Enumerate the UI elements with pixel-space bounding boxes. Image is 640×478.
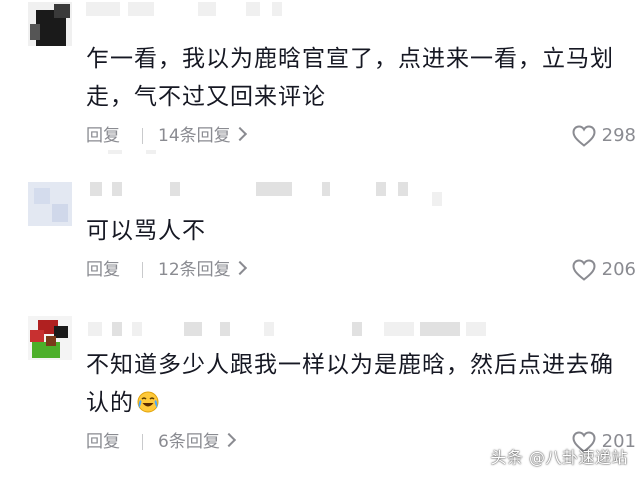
heart-outline-icon [572, 125, 596, 147]
heart-outline-icon [572, 259, 596, 281]
replies-count: 12条回复 [158, 260, 231, 280]
view-replies-button[interactable]: 12条回复 [158, 258, 247, 282]
replies-count: 6条回复 [158, 432, 220, 452]
like-count: 298 [601, 125, 636, 146]
view-replies-button[interactable]: 6条回复 [158, 430, 236, 454]
like-button[interactable]: 206 [572, 258, 636, 282]
divider [142, 434, 143, 450]
reply-button[interactable]: 回复 [86, 258, 120, 282]
username-redacted[interactable] [86, 2, 606, 18]
comment-text: 乍一看，我以为鹿晗官宣了，点进来一看，立马划走，气不过又回来评论 [86, 46, 614, 110]
comment-text: 可以骂人不 [86, 218, 206, 244]
username-redacted[interactable] [86, 322, 606, 338]
chevron-right-icon [232, 126, 247, 142]
reply-button[interactable]: 回复 [86, 124, 120, 148]
view-replies-button[interactable]: 14条回复 [158, 124, 247, 148]
reply-button[interactable]: 回复 [86, 430, 120, 454]
replies-count: 14条回复 [158, 126, 231, 146]
comment-item: 乍一看，我以为鹿晗官宣了，点进来一看，立马划走，气不过又回来评论 回复 14条回… [0, 0, 640, 160]
watermark: 头条 @八卦速递站 [490, 448, 628, 467]
like-button[interactable]: 298 [572, 124, 636, 148]
avatar[interactable] [28, 316, 72, 360]
chevron-right-icon [221, 432, 236, 448]
comment-item: 可以骂人不 回复 12条回复 206 [0, 160, 640, 300]
divider [142, 128, 143, 144]
like-count: 206 [601, 259, 636, 280]
divider [142, 262, 143, 278]
avatar[interactable] [28, 182, 72, 226]
username-redacted[interactable] [86, 182, 606, 206]
comment-text-body: 不知道多少人跟我一样以为是鹿晗，然后点进去确认的 [86, 352, 614, 416]
chevron-right-icon [232, 260, 247, 276]
comment-actions: 回复 14条回复 298 [86, 124, 636, 148]
crying-laughing-emoji-icon [137, 391, 159, 413]
comment-actions: 回复 12条回复 206 [86, 258, 636, 282]
comment-text: 不知道多少人跟我一样以为是鹿晗，然后点进去确认的 [86, 346, 626, 422]
avatar[interactable] [28, 2, 72, 46]
